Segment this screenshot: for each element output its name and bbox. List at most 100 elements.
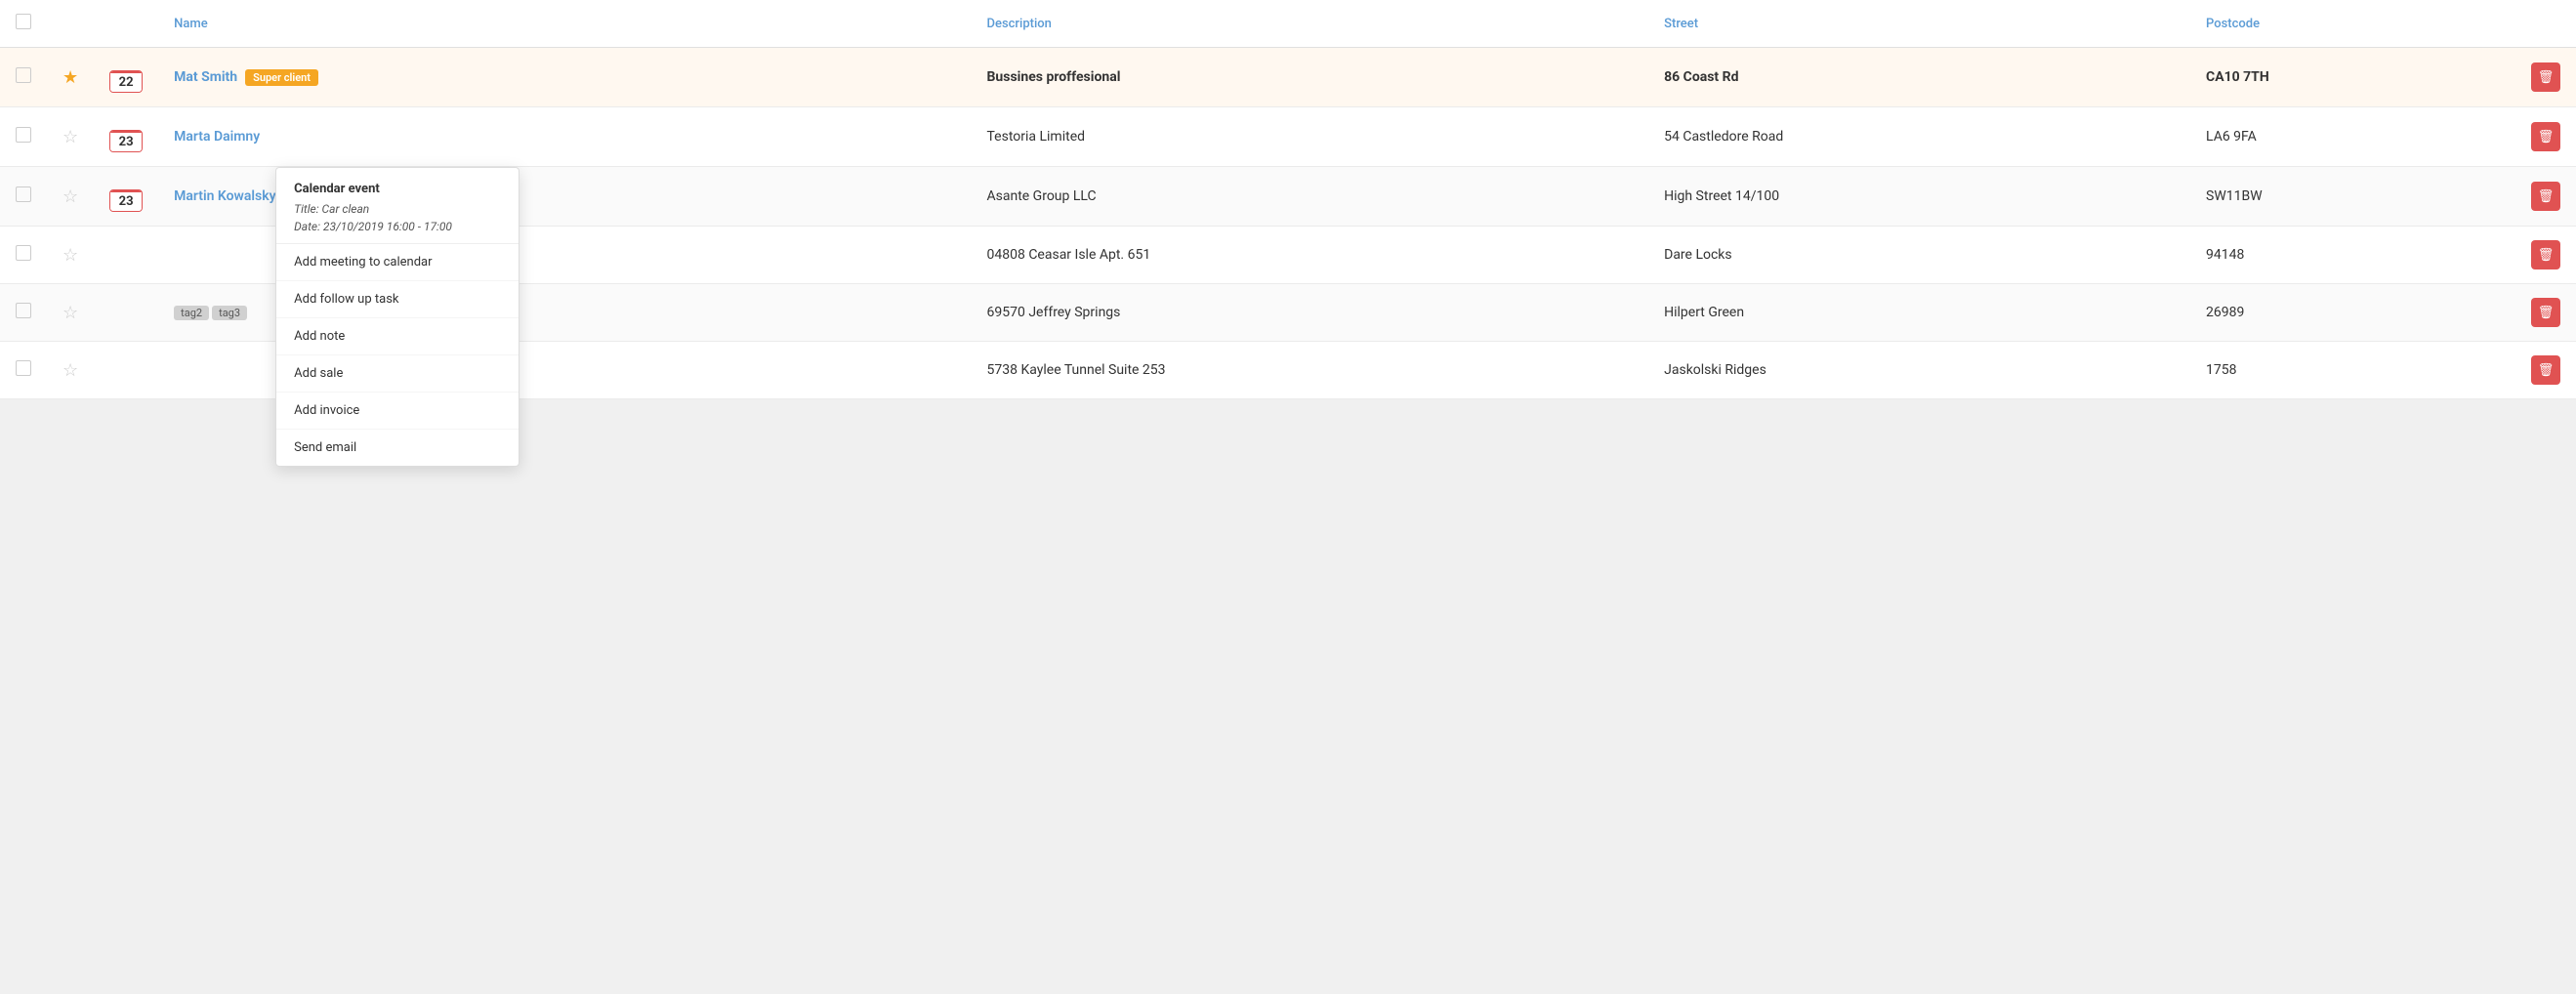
street-cell: 54 Castledore Road	[1648, 107, 2190, 167]
postcode-column-label: Postcode	[2206, 17, 2260, 31]
name-cell: Marta Daimny	[158, 107, 971, 167]
street-cell: High Street 14/100	[1648, 167, 2190, 227]
delete-cell: 🗑	[2515, 48, 2576, 107]
row-checkbox-cell	[0, 284, 47, 342]
tag: tag2	[174, 306, 209, 320]
context-menu-item[interactable]: Add follow up task	[276, 281, 519, 318]
calendar-day: 22	[110, 73, 142, 92]
star-icon[interactable]: ☆	[62, 127, 78, 147]
star-cell: ☆	[47, 342, 94, 399]
row-checkbox-cell	[0, 48, 47, 107]
row-checkbox-cell	[0, 107, 47, 167]
select-all-cell[interactable]	[0, 0, 47, 48]
row-checkbox[interactable]	[16, 360, 31, 376]
street-cell: Hilpert Green	[1648, 284, 2190, 342]
calendar-badge[interactable]: 23	[109, 130, 143, 152]
delete-button[interactable]: 🗑	[2531, 240, 2560, 269]
street-cell: Jaskolski Ridges	[1648, 342, 2190, 399]
postcode-cell: CA10 7TH	[2190, 48, 2515, 107]
postcode-header: Postcode	[2190, 0, 2515, 48]
delete-cell: 🗑	[2515, 227, 2576, 284]
contact-name-link[interactable]: Marta Daimny	[174, 129, 260, 145]
event-title-detail: Title: Car clean	[294, 200, 501, 218]
contacts-table: Name Description Street Postcode ★ 22 Mat …	[0, 0, 2576, 399]
row-checkbox-cell	[0, 342, 47, 399]
select-all-checkbox[interactable]	[16, 14, 31, 29]
context-menu-item[interactable]: Add meeting to calendar	[276, 244, 519, 281]
event-title: Calendar event	[294, 182, 501, 196]
delete-button[interactable]: 🗑	[2531, 62, 2560, 92]
description-column-label: Description	[987, 17, 1052, 31]
description-header: Description	[972, 0, 1649, 48]
star-cell: ☆	[47, 227, 94, 284]
calendar-header	[94, 0, 158, 48]
street-cell: 86 Coast Rd	[1648, 48, 2190, 107]
row-checkbox[interactable]	[16, 186, 31, 202]
context-menu-item[interactable]: Add note	[276, 318, 519, 355]
contact-badge: Super client	[245, 69, 318, 86]
description-cell: Bussines proffesional	[972, 48, 1649, 107]
star-cell: ★	[47, 48, 94, 107]
calendar-cell	[94, 227, 158, 284]
context-menu-item[interactable]: Add invoice	[276, 393, 519, 430]
postcode-cell: 94148	[2190, 227, 2515, 284]
postcode-cell: LA6 9FA	[2190, 107, 2515, 167]
context-menu-item[interactable]: Send email	[276, 430, 519, 466]
row-checkbox[interactable]	[16, 303, 31, 318]
calendar-day: 23	[110, 192, 142, 211]
description-cell: 69570 Jeffrey Springs	[972, 284, 1649, 342]
calendar-badge[interactable]: 23	[109, 189, 143, 212]
calendar-cell	[94, 284, 158, 342]
row-checkbox-cell	[0, 227, 47, 284]
postcode-cell: 1758	[2190, 342, 2515, 399]
star-icon[interactable]: ☆	[62, 303, 78, 323]
row-checkbox[interactable]	[16, 245, 31, 261]
postcode-cell: SW11BW	[2190, 167, 2515, 227]
context-menu-header: Calendar eventTitle: Car cleanDate: 23/1…	[276, 168, 519, 244]
delete-cell: 🗑	[2515, 284, 2576, 342]
table-header-row: Name Description Street Postcode	[0, 0, 2576, 48]
street-cell: Dare Locks	[1648, 227, 2190, 284]
street-column-label: Street	[1664, 17, 1698, 31]
calendar-badge[interactable]: 22	[109, 70, 143, 93]
star-cell: ☆	[47, 167, 94, 227]
table-row: ☆ 23 Martin KowalskyVIPCalendar eventTitle…	[0, 167, 2576, 227]
description-cell: Asante Group LLC	[972, 167, 1649, 227]
contact-name-link[interactable]: Martin Kowalsky	[174, 188, 275, 204]
star-icon[interactable]: ★	[62, 67, 78, 88]
tag: tag3	[212, 306, 247, 320]
row-checkbox[interactable]	[16, 67, 31, 83]
star-cell: ☆	[47, 107, 94, 167]
table-row: ★ 22 Mat Smith Super client Bussines proffes…	[0, 48, 2576, 107]
delete-button[interactable]: 🗑	[2531, 298, 2560, 327]
star-cell: ☆	[47, 284, 94, 342]
contact-name-link[interactable]: Mat Smith	[174, 69, 237, 85]
description-cell: 5738 Kaylee Tunnel Suite 253	[972, 342, 1649, 399]
tag-container: tag2tag3	[174, 305, 250, 320]
star-icon[interactable]: ☆	[62, 186, 78, 207]
calendar-cell: 23	[94, 167, 158, 227]
star-icon[interactable]: ☆	[62, 245, 78, 266]
star-header	[47, 0, 94, 48]
name-column-label: Name	[174, 17, 208, 31]
calendar-cell: 22	[94, 48, 158, 107]
context-menu: Calendar eventTitle: Car cleanDate: 23/1…	[275, 167, 519, 467]
contacts-table-container: Name Description Street Postcode ★ 22 Mat …	[0, 0, 2576, 399]
context-menu-item[interactable]: Add sale	[276, 355, 519, 393]
description-cell: Testoria Limited	[972, 107, 1649, 167]
calendar-cell	[94, 342, 158, 399]
row-checkbox[interactable]	[16, 127, 31, 143]
table-row: ☆ 23 Marta Daimny Testoria Limited54 Castle…	[0, 107, 2576, 167]
row-checkbox-cell	[0, 167, 47, 227]
star-icon[interactable]: ☆	[62, 360, 78, 381]
description-cell: 04808 Ceasar Isle Apt. 651	[972, 227, 1649, 284]
delete-button[interactable]: 🗑	[2531, 182, 2560, 211]
name-header: Name	[158, 0, 971, 48]
actions-header	[2515, 0, 2576, 48]
delete-button[interactable]: 🗑	[2531, 122, 2560, 151]
calendar-day: 23	[110, 133, 142, 151]
name-cell: Mat Smith Super client	[158, 48, 971, 107]
name-cell: Martin KowalskyVIPCalendar eventTitle: C…	[158, 167, 971, 227]
delete-cell: 🗑	[2515, 342, 2576, 399]
delete-button[interactable]: 🗑	[2531, 355, 2560, 385]
